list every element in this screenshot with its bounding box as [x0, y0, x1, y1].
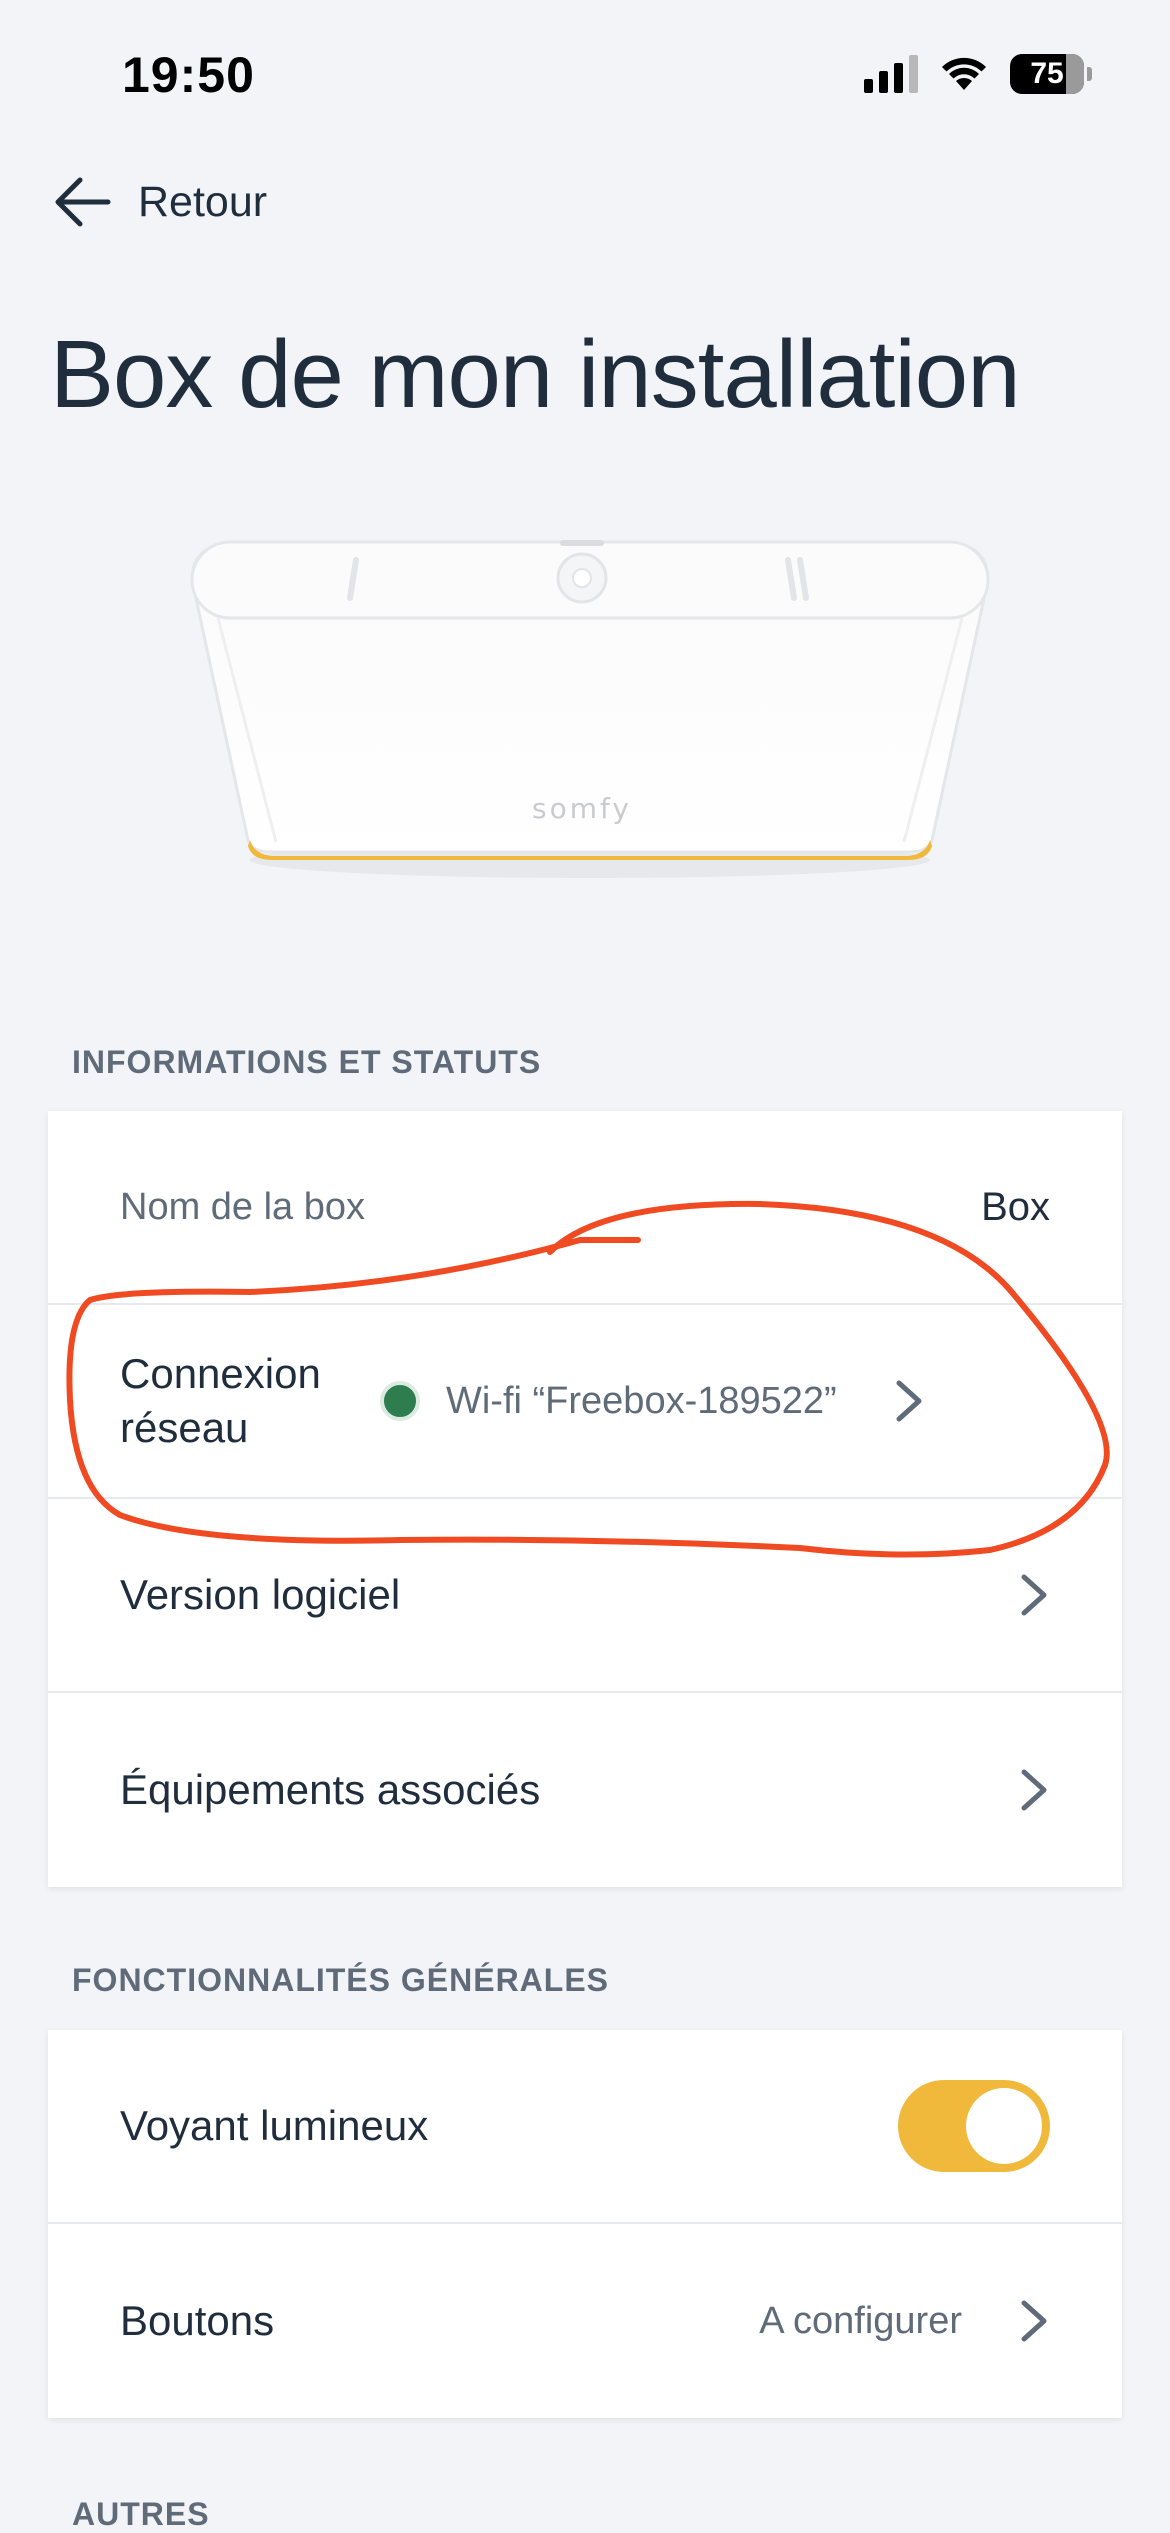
network-label: Connexion réseau	[120, 1350, 321, 1451]
battery-icon: 75	[1010, 54, 1092, 94]
software-label: Version logiciel	[120, 1571, 401, 1618]
network-status: Wi-fi “Freebox-189522”	[380, 1380, 837, 1423]
chevron-right-icon	[896, 1380, 922, 1422]
buttons-label: Boutons	[120, 2297, 275, 2344]
box-name-value: Box	[981, 1184, 1050, 1229]
section-header-other: AUTRES	[72, 2496, 210, 2532]
network-status-text: Wi-fi “Freebox-189522”	[446, 1379, 837, 1422]
box-device-image: somfy	[190, 540, 990, 878]
led-label: Voyant lumineux	[120, 2102, 429, 2149]
row-associated-devices[interactable]: Équipements associés	[48, 1693, 1122, 1887]
row-led-indicator: Voyant lumineux	[48, 2030, 1122, 2224]
devices-label: Équipements associés	[120, 1766, 541, 1813]
chevron-right-icon	[1021, 1769, 1047, 1811]
back-label: Retour	[138, 177, 268, 226]
features-card: Voyant lumineux Boutons A configurer	[48, 2030, 1122, 2418]
row-network-connection[interactable]: Connexion réseau Wi-fi “Freebox-189522”	[48, 1305, 1122, 1499]
status-dot-icon	[380, 1381, 420, 1421]
back-arrow-icon	[55, 177, 111, 227]
info-card: Nom de la box Box Connexion réseau Wi-fi…	[48, 1111, 1122, 1887]
chevron-right-icon	[1021, 1574, 1047, 1616]
section-header-info: INFORMATIONS ET STATUTS	[72, 1044, 542, 1080]
row-box-name: Nom de la box Box	[48, 1111, 1122, 1305]
cellular-signal-icon	[864, 55, 918, 93]
led-toggle[interactable]	[898, 2080, 1050, 2172]
box-name-label: Nom de la box	[120, 1186, 366, 1228]
buttons-value: A configurer	[759, 2299, 962, 2342]
status-icons: 75	[864, 54, 1092, 94]
wifi-icon	[942, 57, 986, 90]
device-logo: somfy	[532, 792, 632, 825]
status-time: 19:50	[122, 47, 255, 103]
page-title: Box de mon installation	[50, 321, 1021, 428]
row-software-version[interactable]: Version logiciel	[48, 1499, 1122, 1693]
battery-level: 75	[1030, 57, 1064, 90]
row-buttons[interactable]: Boutons A configurer	[48, 2224, 1122, 2418]
back-button[interactable]: Retour	[54, 176, 267, 228]
chevron-right-icon	[1021, 2300, 1047, 2342]
toggle-knob	[966, 2088, 1042, 2164]
section-header-features: FONCTIONNALITÉS GÉNÉRALES	[72, 1962, 610, 1998]
status-bar: 19:50 75	[0, 0, 1170, 150]
